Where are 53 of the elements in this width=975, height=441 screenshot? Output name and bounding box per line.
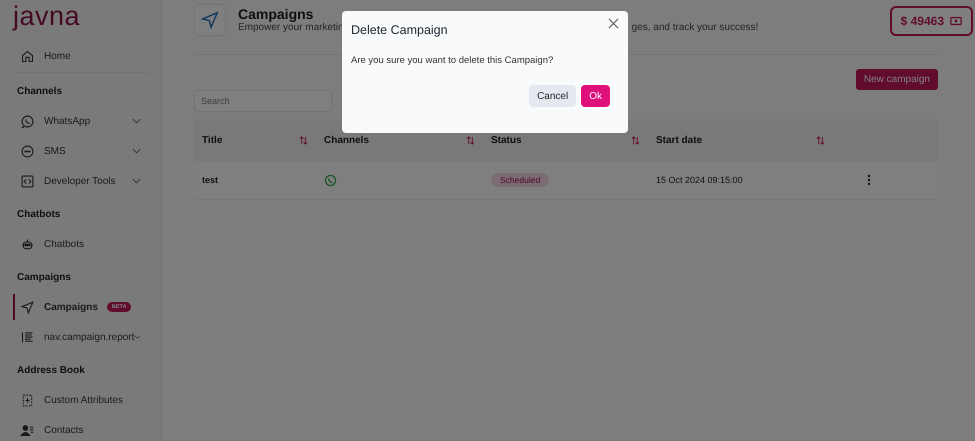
nav-item[interactable]: WhatsApp (44, 116, 90, 126)
paper-plane-icon (20, 300, 35, 314)
balance-badge[interactable]: $ 49463 (890, 6, 973, 36)
nav-item[interactable]: SMS (44, 146, 66, 156)
whatsapp-icon (324, 174, 337, 186)
nav-item[interactable]: Home (44, 50, 71, 62)
list-icon (20, 330, 35, 344)
dialog-title: Delete Campaign (351, 23, 449, 37)
chat-bubble-icon (20, 144, 35, 158)
table-cell: 15 Oct 2024 09:15:00 (656, 175, 743, 185)
dialog-message: Are you sure you want to delete this Campaign? (351, 55, 554, 66)
page-subtitle: ges, and track your success! (632, 22, 758, 33)
column-header: Status (491, 134, 522, 146)
contacts-icon (20, 422, 35, 438)
section-heading: Chatbots (17, 209, 62, 220)
page-title: Campaigns (238, 6, 314, 22)
cancel-button[interactable]: Cancel (529, 85, 576, 107)
code-icon (20, 174, 35, 188)
home-icon (20, 48, 35, 64)
sort-icon[interactable] (816, 136, 825, 144)
chevron-icon[interactable] (132, 118, 141, 124)
column-header: Channels (324, 134, 370, 146)
robot-icon (20, 236, 35, 252)
ok-button[interactable]: Ok (581, 85, 610, 107)
paper-plane-icon (200, 10, 220, 30)
chevron-icon[interactable] (132, 148, 141, 154)
chevron-icon[interactable] (132, 178, 141, 184)
section-heading: Address Book (17, 365, 86, 376)
sort-icon[interactable] (466, 136, 475, 144)
whatsapp-icon (20, 114, 35, 128)
logo: javna (13, 0, 82, 33)
table-cell: test (202, 175, 218, 185)
more-icon[interactable] (867, 174, 871, 186)
nav-item[interactable]: Developer Tools (44, 176, 116, 186)
chevron-icon[interactable] (134, 334, 141, 340)
search-field[interactable]: Search (194, 90, 332, 112)
balance-amount: $ 49463 (900, 14, 944, 28)
nav-item[interactable]: Contacts (44, 424, 84, 436)
sort-icon[interactable] (631, 136, 640, 144)
close-icon[interactable] (608, 18, 619, 29)
new-campaign-button[interactable]: New campaign (856, 69, 938, 90)
cash-icon (950, 16, 962, 26)
nav-item[interactable]: nav.campaign.report (44, 332, 134, 342)
section-heading: Channels (17, 86, 64, 97)
column-header: Start date (656, 134, 702, 146)
section-heading: Campaigns (17, 272, 72, 283)
status-badge: Scheduled (491, 173, 550, 187)
column-header: Title (202, 134, 222, 146)
nav-item[interactable]: Chatbots (44, 238, 84, 250)
nav-item[interactable]: Custom Attributes (44, 394, 123, 406)
plus-box-icon (20, 392, 35, 408)
nav-item[interactable]: Campaigns (44, 302, 98, 312)
sort-icon[interactable] (299, 136, 308, 144)
